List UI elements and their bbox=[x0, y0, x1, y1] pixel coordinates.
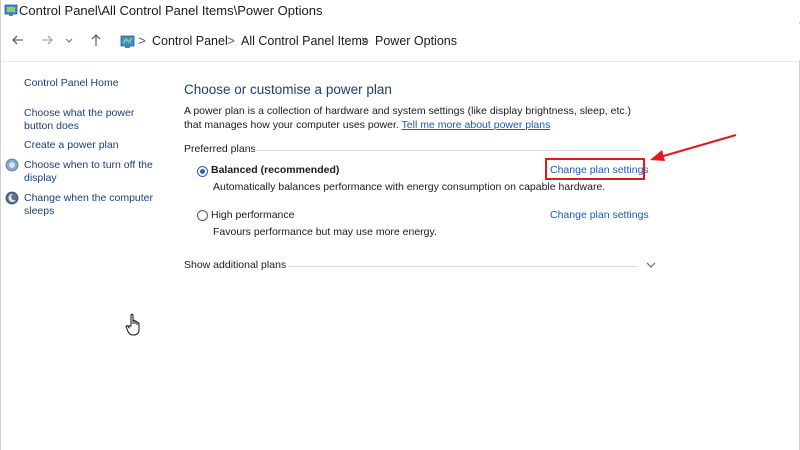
section-divider bbox=[288, 266, 638, 267]
annotation-highlight-box bbox=[545, 158, 645, 180]
moon-icon bbox=[5, 191, 19, 205]
chevron-down-icon[interactable] bbox=[63, 32, 75, 50]
preferred-plans-label: Preferred plans bbox=[184, 143, 256, 155]
high-performance-plan-name[interactable]: High performance bbox=[211, 209, 294, 221]
balanced-plan-name[interactable]: Balanced (recommended) bbox=[211, 164, 339, 176]
page-description: A power plan is a collection of hardware… bbox=[184, 105, 644, 132]
page-title: Choose or customise a power plan bbox=[184, 82, 392, 97]
section-divider bbox=[253, 150, 641, 151]
back-arrow-icon[interactable] bbox=[9, 32, 27, 50]
chevron-down-icon[interactable] bbox=[646, 261, 656, 269]
up-arrow-icon[interactable] bbox=[87, 32, 105, 50]
sidebar-item-computer-sleeps[interactable]: Change when the computer sleeps bbox=[24, 192, 154, 218]
breadcrumb-power-options[interactable]: Power Options bbox=[375, 34, 457, 48]
breadcrumb-all-items[interactable]: All Control Panel Items bbox=[241, 34, 368, 48]
sidebar-item-home[interactable]: Control Panel Home bbox=[24, 77, 174, 90]
control-panel-address-icon bbox=[120, 35, 135, 48]
control-panel-window: Control Panel\All Control Panel Items\Po… bbox=[0, 0, 800, 450]
sidebar-item-power-button[interactable]: Choose what the power button does bbox=[24, 107, 164, 133]
control-panel-icon bbox=[4, 4, 18, 16]
breadcrumb-separator: > bbox=[138, 33, 146, 48]
high-performance-plan-radio[interactable] bbox=[197, 210, 208, 221]
navigation-bar: > Control Panel > All Control Panel Item… bbox=[1, 24, 800, 60]
breadcrumb-separator[interactable]: > bbox=[360, 33, 370, 48]
learn-more-link[interactable]: Tell me more about power plans bbox=[402, 119, 551, 131]
high-performance-plan-description: Favours performance but may use more ene… bbox=[213, 226, 437, 238]
sidebar-item-create-plan[interactable]: Create a power plan bbox=[24, 139, 174, 152]
balanced-plan-description: Automatically balances performance with … bbox=[213, 181, 606, 193]
sidebar-item-turn-off-display[interactable]: Choose when to turn off the display bbox=[24, 159, 154, 185]
hand-cursor-icon bbox=[125, 313, 140, 336]
divider bbox=[1, 61, 800, 62]
title-bar: Control Panel\All Control Panel Items\Po… bbox=[1, 0, 800, 22]
annotation-arrow bbox=[650, 133, 737, 161]
display-icon bbox=[5, 158, 19, 172]
window-title: Control Panel\All Control Panel Items\Po… bbox=[19, 3, 323, 18]
high-performance-change-plan-settings-link[interactable]: Change plan settings bbox=[550, 209, 649, 221]
show-additional-plans[interactable]: Show additional plans bbox=[184, 259, 286, 271]
forward-arrow-icon[interactable] bbox=[38, 32, 56, 50]
breadcrumb-control-panel[interactable]: Control Panel bbox=[152, 34, 228, 48]
balanced-plan-radio[interactable] bbox=[197, 166, 208, 177]
breadcrumb-separator[interactable]: > bbox=[226, 33, 236, 48]
